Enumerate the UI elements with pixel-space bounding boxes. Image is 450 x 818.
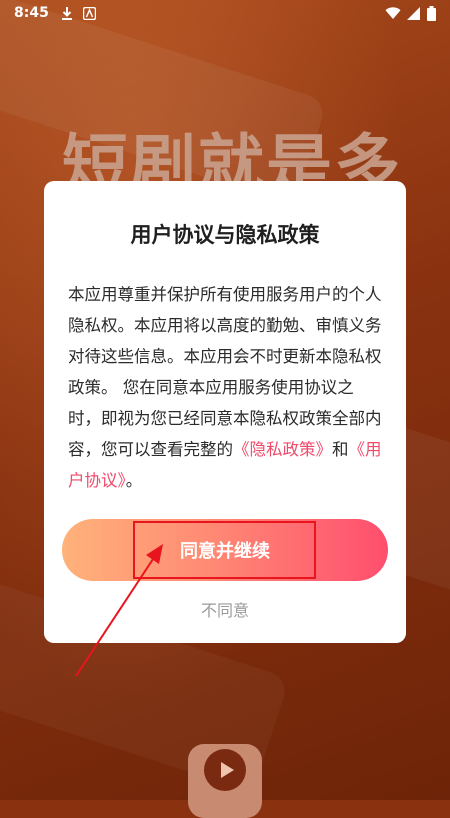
wifi-icon — [385, 6, 401, 20]
disagree-button[interactable]: 不同意 — [44, 597, 406, 621]
app-logo-icon — [188, 744, 262, 818]
status-time: 8:45 — [14, 5, 49, 21]
annotation-highlight-box — [133, 521, 316, 579]
app-notification-icon — [82, 6, 96, 20]
play-icon — [204, 749, 246, 791]
privacy-policy-link[interactable]: 《隐私政策》 — [233, 440, 332, 459]
and-text: 和 — [332, 440, 349, 459]
dialog-title: 用户协议与隐私政策 — [130, 223, 320, 247]
battery-icon — [427, 5, 436, 21]
status-bar: 8:45 — [0, 0, 450, 26]
end-text: 。 — [125, 471, 143, 490]
dialog-body: 本应用尊重并保护所有使用服务用户的个人隐私权。本应用将以高度的勤勉、审慎义务对待… — [68, 279, 386, 496]
signal-icon — [407, 6, 421, 20]
download-icon — [61, 6, 73, 20]
policy-text: 本应用尊重并保护所有使用服务用户的个人隐私权。本应用将以高度的勤勉、审慎义务对待… — [68, 285, 382, 459]
